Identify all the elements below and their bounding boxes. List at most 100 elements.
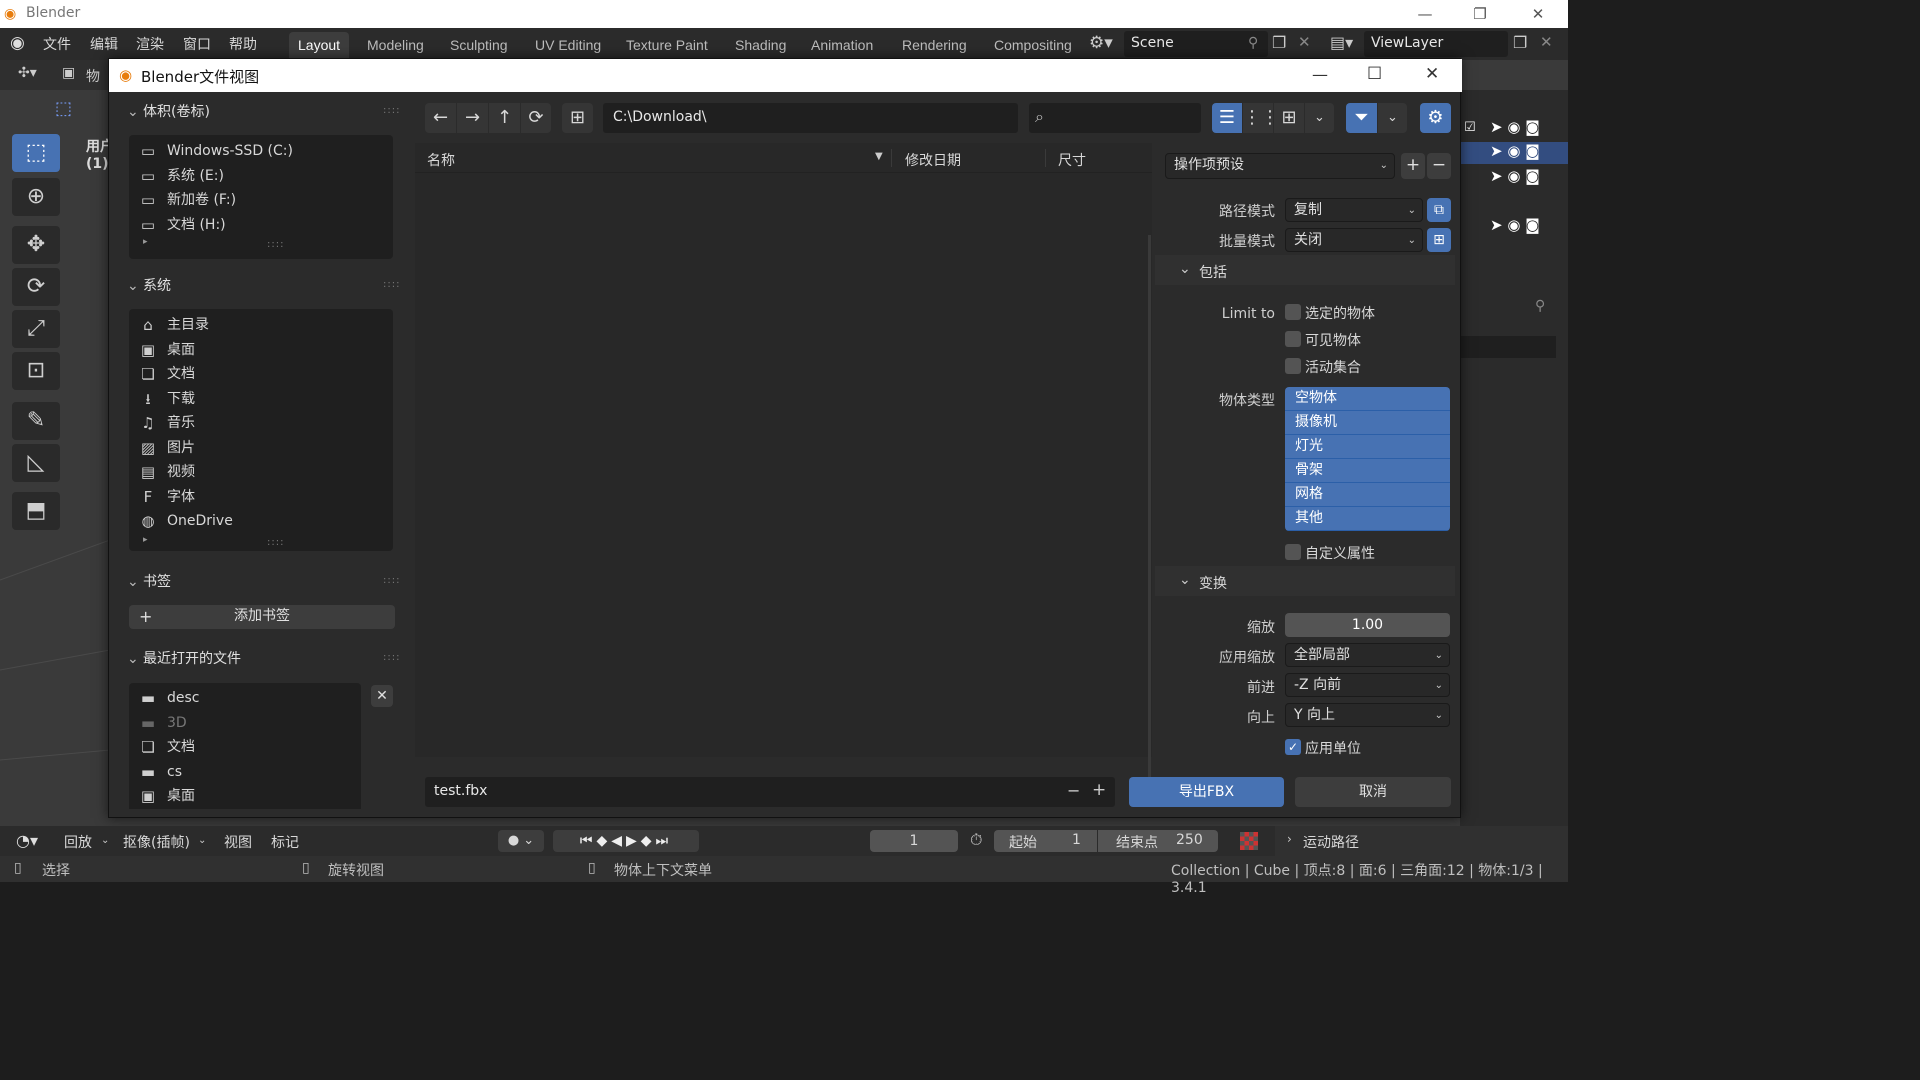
visibility-icons-3[interactable]: ➤ ◉ ◙ xyxy=(1490,216,1540,234)
annotate-tool-icon[interactable]: ✎ xyxy=(12,402,60,440)
clock-icon[interactable]: ◔▾ xyxy=(16,831,38,850)
transform-section-header[interactable]: ⌄ 变换 xyxy=(1155,566,1455,596)
select-box-icon[interactable]: ⬚ xyxy=(55,98,72,119)
stopwatch-icon[interactable]: ⏱ xyxy=(970,830,982,850)
bookmarks-header[interactable]: ⌄ 书签 xyxy=(127,571,171,597)
drag-grip-icon[interactable]: :::: xyxy=(383,652,400,663)
sort-arrow-icon[interactable]: ▼ xyxy=(875,151,883,162)
select-arrow-icon[interactable]: ➤ ◉ ◙ xyxy=(1490,118,1540,136)
list-item[interactable]: ❏ 文档 xyxy=(129,735,361,760)
limit-option-checkbox[interactable] xyxy=(1285,331,1301,347)
horizontal-list-icon[interactable]: ⋮⋮ xyxy=(1243,103,1279,133)
close-button[interactable]: ✕ xyxy=(1523,3,1553,25)
checkbox-icon[interactable]: ☑ xyxy=(1464,120,1476,135)
tab-texture-paint[interactable]: Texture Paint xyxy=(617,32,717,58)
new-viewlayer-icon[interactable]: ❐ xyxy=(1513,33,1527,52)
visibility-icons-2[interactable]: ➤ ◉ ◙ xyxy=(1490,167,1540,185)
vertical-list-icon[interactable]: ☰ xyxy=(1212,103,1242,133)
increment-icon[interactable]: + xyxy=(1092,780,1106,800)
column-date[interactable]: 修改日期 xyxy=(905,150,961,170)
menu-help[interactable]: 帮助 xyxy=(229,34,257,54)
resize-grip-icon[interactable]: :::: xyxy=(267,537,284,548)
remove-preset-button[interactable]: − xyxy=(1427,153,1451,179)
list-item[interactable]: ⌂ 主目录 xyxy=(129,313,393,338)
volumes-header[interactable]: ⌄ 体积(卷标) xyxy=(127,101,210,127)
list-item[interactable]: ▨ 图片 xyxy=(129,436,393,461)
batch-mode-dropdown[interactable]: 关闭 ⌄ xyxy=(1285,228,1423,252)
add-preset-button[interactable]: + xyxy=(1401,153,1425,179)
scale-field[interactable]: 1.00 xyxy=(1285,613,1450,637)
select-tool-icon[interactable]: ⬚ xyxy=(12,134,60,172)
tab-layout[interactable]: Layout xyxy=(289,32,350,58)
settings-gear-icon[interactable]: ⚙ xyxy=(1420,103,1451,133)
dialog-maximize-button[interactable]: ☐ xyxy=(1367,64,1382,84)
thumbnails-icon[interactable]: ⊞ xyxy=(1274,103,1304,133)
rotate-tool-icon[interactable]: ⟳ xyxy=(12,268,60,306)
dialog-close-button[interactable]: ✕ xyxy=(1425,64,1439,84)
filename-input[interactable]: test.fbx − + xyxy=(425,777,1115,807)
add-cube-tool-icon[interactable]: ⬒ xyxy=(12,492,60,530)
limit-option-checkbox[interactable] xyxy=(1285,304,1301,320)
list-item[interactable]: ▣ 桌面 xyxy=(129,784,361,809)
parent-dir-icon[interactable]: ↑ xyxy=(489,103,520,133)
current-frame-field[interactable]: 1 xyxy=(870,830,958,852)
scale-tool-icon[interactable]: ⤢ xyxy=(12,310,60,348)
list-item[interactable]: ▭ 文档 (H:) xyxy=(129,213,393,238)
object-type-toggle[interactable]: 网格 xyxy=(1285,483,1450,507)
search-input[interactable]: ⌕ xyxy=(1029,103,1201,133)
blender-menu-icon[interactable]: ◉ xyxy=(10,33,25,53)
tab-modeling[interactable]: Modeling xyxy=(358,32,433,58)
filter-dropdown-icon[interactable]: ⌄ xyxy=(1378,103,1407,133)
marker-menu[interactable]: 标记 xyxy=(271,832,299,852)
pin-icon-2[interactable]: ⚲ xyxy=(1535,298,1545,314)
limit-option-row[interactable]: 选定的物体 xyxy=(1285,303,1445,330)
expand-arrow-icon[interactable]: ▸ xyxy=(143,237,148,247)
list-item[interactable]: ▤ 视频 xyxy=(129,460,393,485)
keying-menu[interactable]: 抠像(插帧) xyxy=(123,832,190,852)
list-item[interactable]: ▬ 3D xyxy=(129,711,361,736)
scene-selector-icon[interactable]: ⚙▾ xyxy=(1089,33,1113,53)
tab-rendering[interactable]: Rendering xyxy=(893,32,976,58)
object-type-toggle[interactable]: 其他 xyxy=(1285,507,1450,531)
column-size[interactable]: 尺寸 xyxy=(1058,150,1086,170)
scene-field[interactable]: Scene ⚲ xyxy=(1124,31,1268,57)
custom-props-checkbox[interactable] xyxy=(1285,544,1301,560)
object-type-toggle[interactable]: 摄像机 xyxy=(1285,411,1450,435)
path-field[interactable]: C:\Download\ xyxy=(603,103,1018,133)
limit-option-row[interactable]: 可见物体 xyxy=(1285,330,1445,357)
object-mode-icon[interactable]: ▣ xyxy=(62,65,75,81)
embed-textures-icon[interactable]: ⧉ xyxy=(1427,198,1451,222)
delete-viewlayer-icon[interactable]: ✕ xyxy=(1540,33,1553,51)
operator-preset-dropdown[interactable]: 操作项预设 ⌄ xyxy=(1165,153,1395,179)
motion-paths-panel[interactable]: › 运动路径 xyxy=(1275,826,1568,856)
cancel-button[interactable]: 取消 xyxy=(1295,777,1451,807)
file-list[interactable]: 名称 ▼ 修改日期 尺寸 xyxy=(415,143,1152,805)
list-item[interactable]: ▭ 系统 (E:) xyxy=(129,164,393,189)
batch-own-dir-icon[interactable]: ⊞ xyxy=(1427,228,1451,252)
minimize-button[interactable]: — xyxy=(1410,3,1440,25)
menu-window[interactable]: 窗口 xyxy=(183,34,211,54)
viewlayer-selector-icon[interactable]: ▤▾ xyxy=(1330,33,1353,52)
object-type-toggle[interactable]: 空物体 xyxy=(1285,387,1450,411)
pin-icon[interactable]: ⚲ xyxy=(1248,35,1258,51)
limit-option-checkbox[interactable] xyxy=(1285,358,1301,374)
scrollbar[interactable] xyxy=(1148,235,1151,805)
restore-button[interactable]: ❐ xyxy=(1465,3,1495,25)
back-arrow-icon[interactable]: ← xyxy=(425,103,456,133)
list-item[interactable]: ▬ cs xyxy=(129,760,361,785)
list-item[interactable]: ▣ 桌面 xyxy=(129,338,393,363)
filter-icon[interactable]: ⏷ xyxy=(1346,103,1377,133)
dialog-minimize-button[interactable]: — xyxy=(1312,65,1328,84)
menu-render[interactable]: 渲染 xyxy=(136,34,164,54)
list-item[interactable]: ▬ desc xyxy=(129,686,361,711)
expand-arrow-icon[interactable]: ▸ xyxy=(143,535,148,545)
recent-header[interactable]: ⌄ 最近打开的文件 xyxy=(127,648,241,674)
forward-arrow-icon[interactable]: → xyxy=(457,103,488,133)
object-type-toggle[interactable]: 骨架 xyxy=(1285,459,1450,483)
system-header[interactable]: ⌄ 系统 xyxy=(127,275,171,301)
move-tool-icon[interactable]: ✥ xyxy=(12,226,60,264)
list-item[interactable]: ♫ 音乐 xyxy=(129,411,393,436)
list-item[interactable]: F 字体 xyxy=(129,485,393,510)
playback-controls[interactable]: ⏮◆◀▶◆⏭ xyxy=(553,830,699,852)
delete-scene-icon[interactable]: ✕ xyxy=(1298,33,1311,51)
